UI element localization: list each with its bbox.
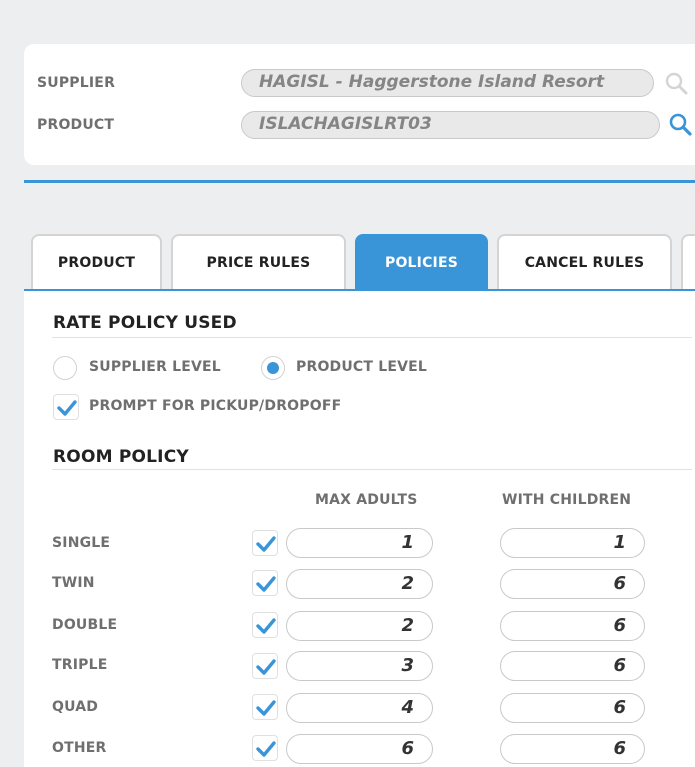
rate-policy-divider [52, 337, 692, 338]
room-row-label-other: OTHER [52, 740, 107, 756]
tab-product[interactable]: PRODUCT [31, 234, 162, 291]
prompt-pickup-checkbox[interactable] [53, 394, 79, 420]
max-adults-input-other[interactable]: 6 [286, 734, 433, 764]
tab-cancel-rules[interactable]: CANCEL RULES [497, 234, 672, 291]
prompt-pickup-label: PROMPT FOR PICKUP/DROPOFF [89, 398, 342, 414]
checkmark-icon [256, 536, 276, 552]
supplier-field[interactable]: HAGISL - Haggerstone Island Resort [241, 69, 654, 97]
with-children-input-twin[interactable]: 6 [500, 569, 645, 599]
room-checkbox-twin[interactable] [252, 570, 278, 596]
with-children-header: WITH CHILDREN [502, 492, 632, 508]
room-row-label-triple: TRIPLE [52, 657, 108, 673]
room-row-label-twin: TWIN [52, 575, 95, 591]
supplier-level-radio[interactable] [53, 356, 77, 380]
max-adults-header: MAX ADULTS [315, 492, 418, 508]
max-adults-input-double[interactable]: 2 [286, 611, 433, 641]
max-adults-input-twin[interactable]: 2 [286, 569, 433, 599]
product-level-label: PRODUCT LEVEL [296, 359, 428, 375]
with-children-input-quad[interactable]: 6 [500, 693, 645, 723]
product-level-radio[interactable] [261, 356, 285, 380]
header-divider [24, 180, 695, 183]
room-checkbox-triple[interactable] [252, 653, 278, 679]
room-policy-divider [52, 469, 692, 470]
room-checkbox-quad[interactable] [252, 694, 278, 720]
supplier-level-label: SUPPLIER LEVEL [89, 359, 221, 375]
lookup-card [24, 44, 695, 165]
max-adults-input-quad[interactable]: 4 [286, 693, 433, 723]
room-checkbox-other[interactable] [252, 735, 278, 761]
room-checkbox-double[interactable] [252, 612, 278, 638]
room-checkbox-single[interactable] [252, 530, 278, 556]
checkmark-icon [256, 659, 276, 675]
room-row-label-single: SINGLE [52, 535, 111, 551]
product-label: PRODUCT [37, 117, 115, 133]
tab-price-rules[interactable]: PRICE RULES [171, 234, 346, 291]
supplier-search-icon[interactable] [664, 71, 690, 97]
room-row-label-double: DOUBLE [52, 617, 118, 633]
checkmark-icon [256, 741, 276, 757]
max-adults-input-triple[interactable]: 3 [286, 651, 433, 681]
with-children-input-double[interactable]: 6 [500, 611, 645, 641]
with-children-input-triple[interactable]: 6 [500, 651, 645, 681]
rate-policy-title: RATE POLICY USED [53, 313, 237, 333]
room-row-label-quad: QUAD [52, 699, 99, 715]
tab-policies[interactable]: POLICIES [355, 234, 488, 291]
with-children-input-other[interactable]: 6 [500, 734, 645, 764]
checkmark-icon [256, 700, 276, 716]
checkmark-icon [256, 576, 276, 592]
with-children-input-single[interactable]: 1 [500, 528, 645, 558]
max-adults-input-single[interactable]: 1 [286, 528, 433, 558]
tab-more[interactable] [681, 234, 695, 291]
supplier-label: SUPPLIER [37, 75, 116, 91]
product-search-icon[interactable] [668, 112, 694, 138]
product-field[interactable]: ISLACHAGISLRT03 [241, 111, 660, 139]
room-policy-title: ROOM POLICY [53, 447, 189, 467]
checkmark-icon [57, 400, 77, 416]
checkmark-icon [256, 618, 276, 634]
